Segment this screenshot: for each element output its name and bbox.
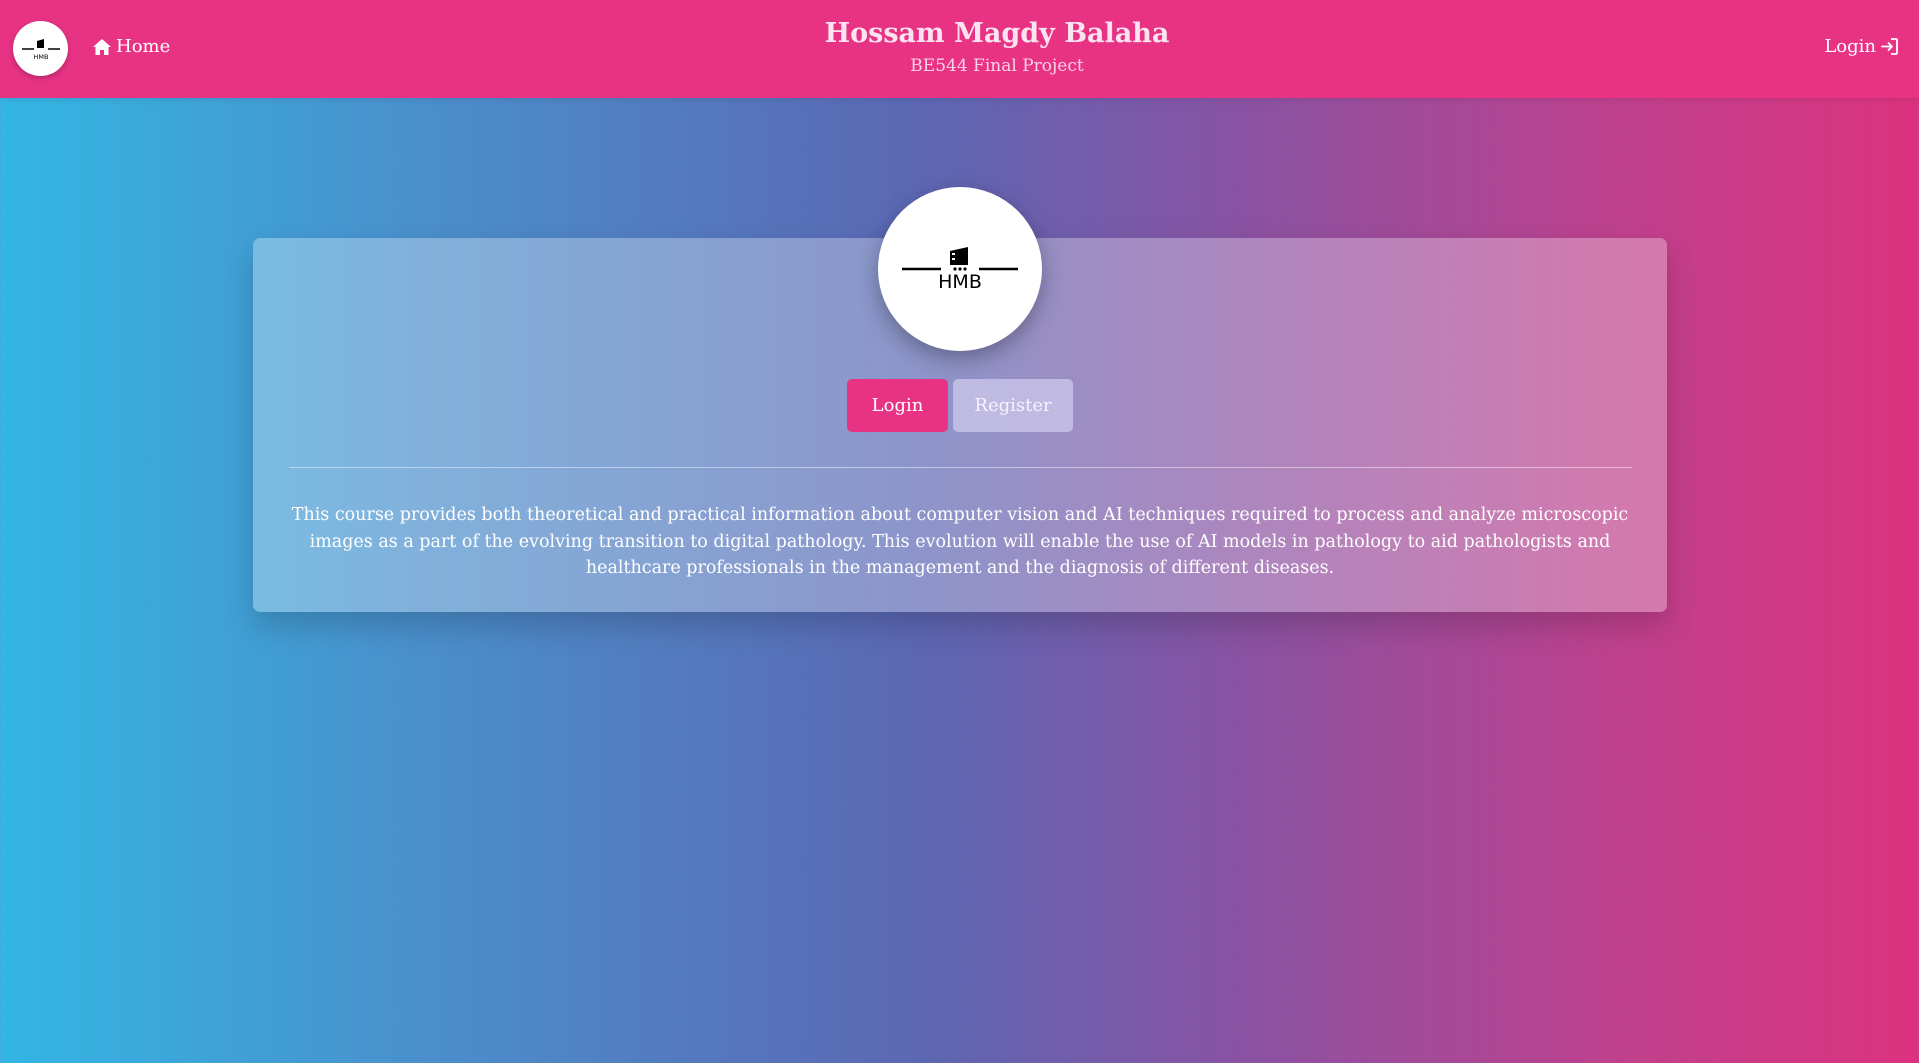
register-button[interactable]: Register	[953, 379, 1073, 432]
card-logo: HMB	[878, 187, 1042, 351]
navbar: HMB Home Hossam Magdy Balaha BE544 Final…	[0, 0, 1919, 98]
sign-in-icon	[1881, 38, 1898, 55]
card-logo-text: HMB	[938, 271, 982, 293]
login-button[interactable]: Login	[847, 379, 948, 432]
page-subtitle: BE544 Final Project	[910, 56, 1084, 76]
page-title: Hossam Magdy Balaha	[824, 18, 1170, 49]
nav-login-label: Login	[1824, 36, 1876, 57]
nav-login-link[interactable]: Login	[1824, 36, 1899, 57]
divider	[289, 467, 1632, 468]
course-description: This course provides both theoretical an…	[291, 505, 1629, 578]
building-icon: HMB	[902, 247, 1018, 293]
